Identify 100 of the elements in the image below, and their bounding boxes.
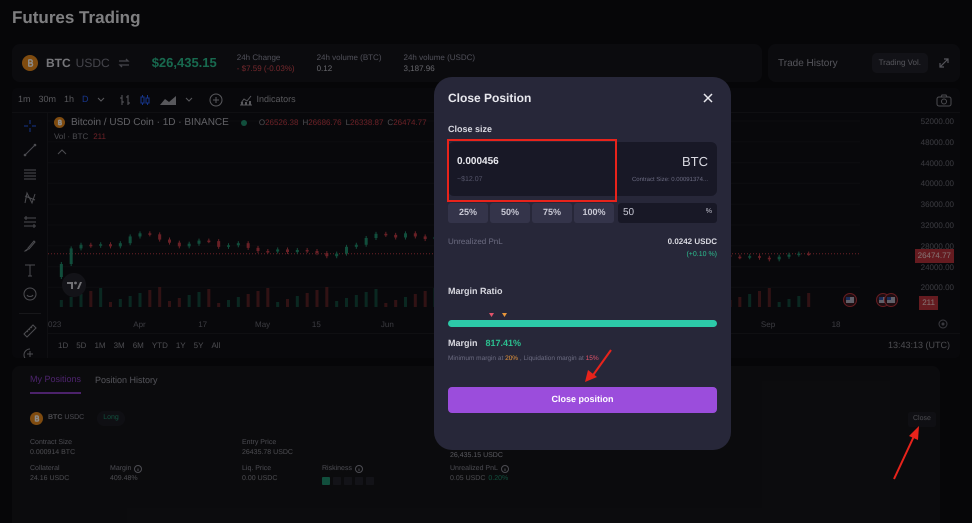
- volume-bar: [768, 288, 771, 307]
- volume-bar: [374, 289, 378, 307]
- ruler-icon[interactable]: [22, 324, 36, 338]
- volume-bar: [109, 302, 112, 307]
- positions-tab[interactable]: Position History: [95, 372, 158, 394]
- caret-icon[interactable]: [184, 97, 193, 103]
- brush-icon[interactable]: [22, 239, 36, 253]
- volume-bar: [80, 294, 82, 307]
- positions-tab[interactable]: My Positions: [30, 372, 82, 394]
- range-button[interactable]: All: [211, 340, 220, 352]
- volume-bar: [414, 294, 417, 307]
- volume-bar: [168, 301, 171, 307]
- camera-icon[interactable]: [936, 94, 952, 106]
- close-icon[interactable]: [703, 93, 713, 103]
- page-title: Futures Trading: [12, 7, 140, 29]
- volume-bar: [758, 291, 761, 307]
- price-tag: 26474.77: [914, 249, 954, 263]
- quote-symbol: USDC: [76, 55, 110, 72]
- interval-button[interactable]: 1m: [18, 93, 31, 107]
- volume-bar: [748, 294, 752, 307]
- stat-label: 24h volume (BTC): [316, 52, 382, 63]
- base-symbol: BTC: [46, 55, 71, 72]
- candles-icon[interactable]: [138, 94, 151, 106]
- volume-bar: [797, 296, 800, 307]
- collapse-icon[interactable]: [57, 149, 67, 155]
- crosshair-icon[interactable]: [22, 119, 36, 133]
- stat-label: 24h Change: [236, 52, 282, 63]
- close-position-button[interactable]: Close position: [448, 386, 717, 413]
- percent-button[interactable]: 75%: [532, 202, 572, 222]
- interval-button[interactable]: D: [82, 93, 89, 107]
- ruler-lines-icon[interactable]: [22, 215, 36, 229]
- volume-bar: [394, 300, 398, 307]
- annotation-arrow: [583, 348, 613, 384]
- percent-button[interactable]: 50%: [490, 202, 530, 222]
- volume-bar: [424, 291, 427, 307]
- margin-value: 817.41%: [486, 336, 522, 350]
- range-button[interactable]: 1Y: [176, 340, 186, 352]
- add-circle-icon[interactable]: [208, 93, 223, 107]
- expand-icon[interactable]: [938, 57, 950, 69]
- range-button[interactable]: 3M: [114, 340, 125, 352]
- swap-icon[interactable]: [118, 58, 130, 68]
- status-dot-icon: [240, 120, 247, 126]
- panel-title: Trade History: [778, 56, 838, 70]
- volume-bar: [227, 300, 230, 307]
- bar-style-icon[interactable]: [118, 94, 131, 106]
- range-button[interactable]: 1D: [58, 340, 68, 352]
- unit-label: BTC: [682, 152, 708, 170]
- indicators-icon: [238, 94, 253, 106]
- percent-button[interactable]: 25%: [448, 202, 488, 222]
- pnl-label: Unrealized PnL: [448, 236, 503, 248]
- volume-bar: [286, 299, 289, 307]
- volume-bar: [306, 293, 309, 307]
- bitcoin-coin-icon: [54, 117, 65, 128]
- volume-bar: [118, 299, 122, 307]
- volume-bar: [296, 296, 299, 307]
- ohlc-values: O26526.38 H26686.76 L26338.87 C26474.77: [258, 116, 428, 128]
- event-flag-icon[interactable]: [843, 293, 857, 307]
- section-title: Margin Ratio: [448, 285, 503, 298]
- percent-button[interactable]: 100%: [574, 202, 614, 222]
- volume-bar: [198, 292, 200, 307]
- range-button[interactable]: 5Y: [194, 340, 204, 352]
- caret-icon[interactable]: [96, 97, 105, 103]
- info-icon: [354, 465, 363, 474]
- volume-bar: [778, 302, 781, 307]
- volume-bar: [178, 298, 181, 307]
- volume-bar: [354, 295, 358, 307]
- volume-bar: [89, 291, 92, 307]
- bitcoin-coin-icon: [30, 412, 43, 425]
- volume-bar: [738, 297, 742, 307]
- volume-bar: [266, 288, 270, 307]
- text-tool-icon[interactable]: [22, 263, 36, 277]
- volume-bar: [807, 293, 810, 307]
- info-icon: [134, 465, 142, 473]
- indicators-button[interactable]: Indicators: [238, 93, 296, 107]
- volume-tag: 211: [919, 296, 938, 310]
- event-flag-icon[interactable]: [884, 293, 898, 307]
- info-icon: [500, 465, 509, 473]
- volume-bar: [99, 288, 102, 307]
- settings-icon[interactable]: [938, 319, 948, 329]
- line-tool-icon[interactable]: [22, 143, 36, 157]
- volume-bar: [316, 290, 318, 307]
- volume-bar: [404, 297, 407, 307]
- trading-volume-tab[interactable]: Trading Vol.: [872, 53, 928, 73]
- stat-value: 0.12: [316, 63, 334, 74]
- interval-button[interactable]: 1h: [64, 93, 74, 107]
- volume-bar: [325, 287, 328, 307]
- range-button[interactable]: 5D: [76, 340, 86, 352]
- volume-bar: [276, 302, 280, 307]
- range-button[interactable]: 6M: [132, 340, 144, 352]
- emoji-icon[interactable]: [22, 287, 36, 301]
- volume-bar: [788, 299, 790, 307]
- chart-logo-icon: [62, 273, 86, 297]
- interval-button[interactable]: 30m: [38, 93, 56, 107]
- range-button[interactable]: 1M: [94, 340, 106, 352]
- range-button[interactable]: YTD: [152, 340, 168, 352]
- amount-value: 0.000456: [457, 154, 499, 169]
- area-chart-icon[interactable]: [158, 94, 177, 106]
- parallel-lines-icon[interactable]: [22, 167, 36, 181]
- pattern-tool-icon[interactable]: [22, 191, 36, 205]
- volume-bar: [158, 287, 162, 307]
